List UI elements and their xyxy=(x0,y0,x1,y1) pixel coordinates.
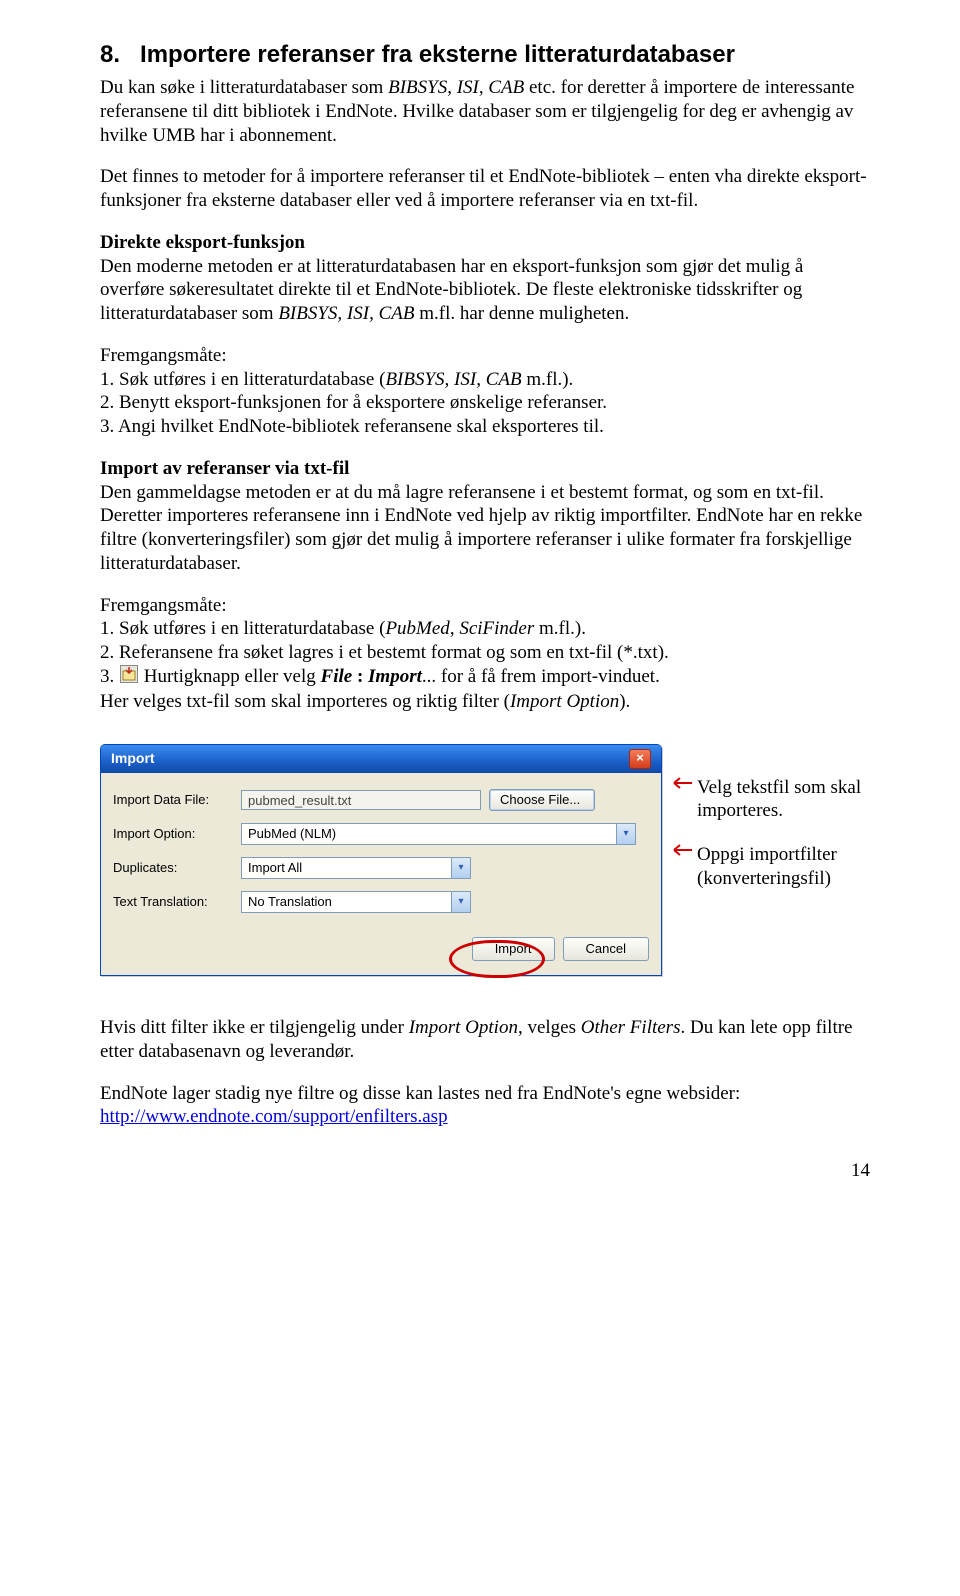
intro-paragraph-2: Det finnes to metoder for å importere re… xyxy=(100,165,870,213)
closing-paragraph-1: Hvis ditt filter ikke er tilgjengelig un… xyxy=(100,1016,870,1064)
import-dialog-figure: Import × Import Data File: pubmed_result… xyxy=(100,744,870,977)
import-option-select[interactable]: PubMed (NLM) xyxy=(241,823,636,845)
intro-paragraph-1: Du kan søke i litteraturdatabaser som BI… xyxy=(100,76,870,147)
closing-paragraph-2: EndNote lager stadig nye filtre og disse… xyxy=(100,1082,870,1106)
cancel-button[interactable]: Cancel xyxy=(563,937,649,961)
label-import-option: Import Option: xyxy=(113,826,241,842)
close-icon[interactable]: × xyxy=(629,749,651,769)
label-import-file: Import Data File: xyxy=(113,792,241,808)
label-duplicates: Duplicates: xyxy=(113,860,241,876)
chevron-down-icon[interactable]: ▾ xyxy=(451,892,470,912)
txt-import-title: Import av referanser via txt-fil xyxy=(100,458,349,479)
annotation-choose-file: Velg tekstfil som skal importeres. xyxy=(697,776,870,824)
annotation-import-option: Oppgi importfilter (konverteringsfil) xyxy=(697,843,870,891)
chevron-down-icon[interactable]: ▾ xyxy=(616,824,635,844)
translation-select[interactable]: No Translation xyxy=(241,891,471,913)
txt-import-paragraph: Import av referanser via txt-fil Den gam… xyxy=(100,457,870,576)
section-heading: 8. Importere referanser fra eksterne lit… xyxy=(100,40,870,70)
arrow-left-icon xyxy=(672,776,694,790)
import-quickbutton-icon xyxy=(120,665,138,690)
label-translation: Text Translation: xyxy=(113,894,241,910)
chevron-down-icon[interactable]: ▾ xyxy=(451,858,470,878)
procedure-1: Fremgangsmåte: 1. Søk utføres i en litte… xyxy=(100,344,870,439)
procedure-2: Fremgangsmåte: 1. Søk utføres i en litte… xyxy=(100,594,870,665)
direct-export-paragraph: Direkte eksport-funksjon Den moderne met… xyxy=(100,231,870,326)
page-number: 14 xyxy=(100,1159,870,1183)
choose-file-button[interactable]: Choose File... xyxy=(489,789,595,811)
direct-export-title: Direkte eksport-funksjon xyxy=(100,232,305,253)
procedure-2-step3: 3. Hurtigknapp eller velg File : Import.… xyxy=(100,665,870,690)
import-dialog: Import × Import Data File: pubmed_result… xyxy=(100,744,662,977)
endnote-filters-link[interactable]: http://www.endnote.com/support/enfilters… xyxy=(100,1106,448,1127)
closing-link: http://www.endnote.com/support/enfilters… xyxy=(100,1105,870,1129)
dialog-title: Import xyxy=(111,750,155,768)
figure-annotations: Velg tekstfil som skal importeres. Oppgi… xyxy=(672,744,870,911)
heading-number: 8. xyxy=(100,41,120,68)
import-file-field[interactable]: pubmed_result.txt xyxy=(241,790,481,810)
dialog-title-bar: Import × xyxy=(101,745,661,773)
highlight-circle xyxy=(449,940,545,978)
procedure-2-step4: Her velges txt-fil som skal importeres o… xyxy=(100,690,870,714)
heading-text: Importere referanser fra eksterne litter… xyxy=(140,41,735,68)
arrow-left-icon xyxy=(672,843,694,857)
duplicates-select[interactable]: Import All xyxy=(241,857,471,879)
